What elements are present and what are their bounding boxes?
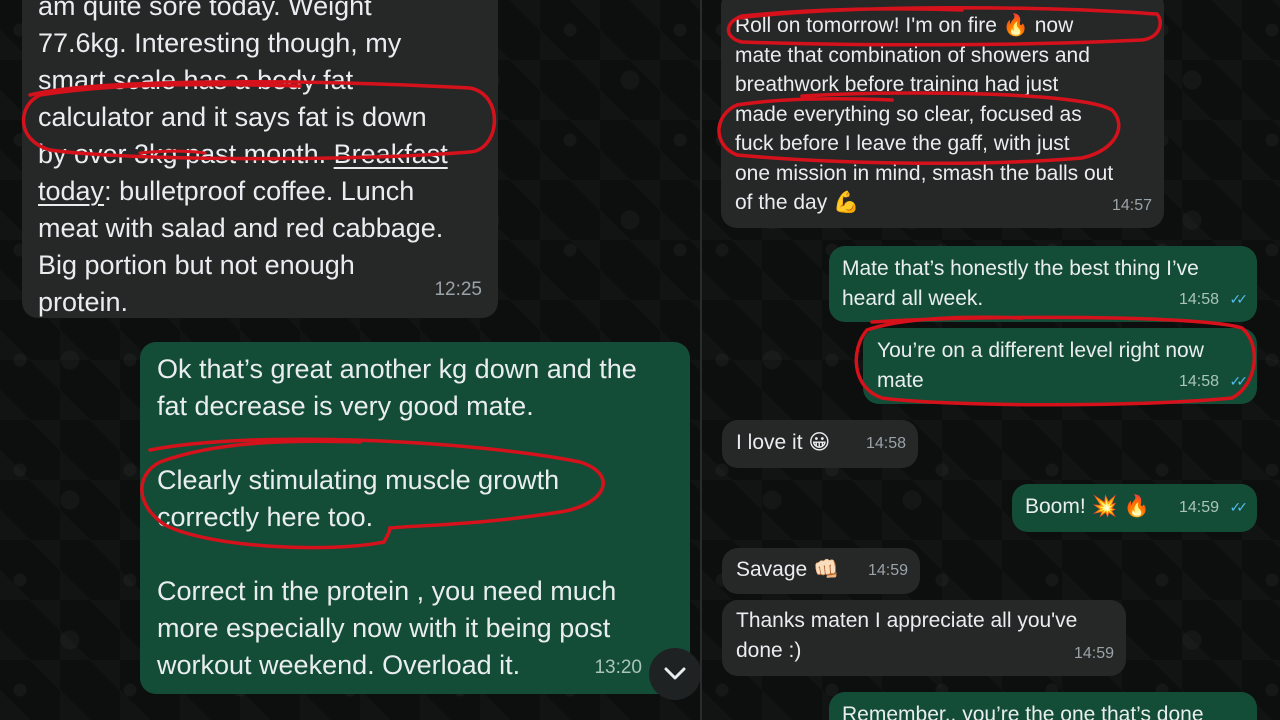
outgoing-message-feedback[interactable]: Ok that’s great another kg down and the …: [140, 342, 690, 694]
message-text: Thanks maten I appreciate all you've don…: [736, 609, 1078, 662]
double-check-icon: ✓✓: [1229, 290, 1249, 307]
right-chat-pane: Roll on tomorrow! I'm on fire 🔥 now mate…: [702, 0, 1280, 720]
message-timestamp: 14:59: [1178, 498, 1219, 516]
message-timestamp: 14:58: [865, 434, 906, 452]
message-timestamp: 14:59: [1073, 644, 1114, 662]
message-timestamp: 14:58: [1178, 290, 1219, 308]
double-check-icon: ✓✓: [1229, 498, 1249, 515]
message-timestamp: 14:59: [867, 561, 908, 579]
outgoing-message-different-level[interactable]: You’re on a different level right now ma…: [863, 328, 1257, 404]
message-paragraph: Ok that’s great another kg down and the …: [157, 354, 637, 421]
message-timestamp: 14:58: [1178, 372, 1219, 390]
message-line: smart scale has a body fat: [38, 65, 354, 95]
incoming-message-on-fire[interactable]: Roll on tomorrow! I'm on fire 🔥 now mate…: [721, 0, 1164, 228]
incoming-message-love-it[interactable]: I love it 😀 14:58: [722, 420, 918, 468]
link-today[interactable]: today: [38, 176, 104, 206]
scroll-to-bottom-button[interactable]: [649, 648, 700, 700]
double-check-icon: ✓✓: [1229, 372, 1249, 389]
message-line: Big portion but not enough: [38, 250, 355, 280]
incoming-message-savage[interactable]: Savage 👊🏻 14:59: [722, 548, 920, 594]
outgoing-message-boom[interactable]: Boom! 💥 🔥 14:59 ✓✓: [1012, 484, 1257, 532]
message-timestamp: 13:20: [594, 657, 642, 678]
message-line: by over 3kg past month. Breakfast: [38, 136, 482, 173]
message-text: Remember.. you’re the one that’s done: [842, 703, 1204, 720]
message-line: 77.6kg. Interesting though, my: [38, 28, 402, 58]
outgoing-message-remember[interactable]: Remember.. you’re the one that’s done: [829, 692, 1257, 720]
message-line: meat with salad and red cabbage.: [38, 213, 444, 243]
incoming-message-weight[interactable]: am quite sore today. Weight 77.6kg. Inte…: [22, 0, 498, 318]
message-text: Roll on tomorrow! I'm on fire 🔥 now mate…: [735, 14, 1114, 214]
message-text: by over 3kg past month.: [38, 139, 334, 169]
outgoing-message-best-thing[interactable]: Mate that’s honestly the best thing I’ve…: [829, 246, 1257, 322]
incoming-message-thanks[interactable]: Thanks maten I appreciate all you've don…: [722, 600, 1126, 676]
message-paragraph: Clearly stimulating muscle growth correc…: [157, 465, 560, 532]
message-timestamp: 14:57: [1111, 196, 1152, 214]
message-line: today: bulletproof coffee. Lunch: [38, 173, 482, 210]
message-line: am quite sore today. Weight: [38, 0, 372, 21]
left-chat-pane: am quite sore today. Weight 77.6kg. Inte…: [0, 0, 700, 720]
message-text: : bulletproof coffee. Lunch: [104, 176, 415, 206]
message-line: protein.: [38, 287, 129, 317]
link-breakfast[interactable]: Breakfast: [334, 139, 448, 169]
message-line: calculator and it says fat is down: [38, 102, 427, 132]
message-timestamp: 12:25: [434, 279, 482, 300]
chevron-down-icon: [664, 667, 686, 680]
